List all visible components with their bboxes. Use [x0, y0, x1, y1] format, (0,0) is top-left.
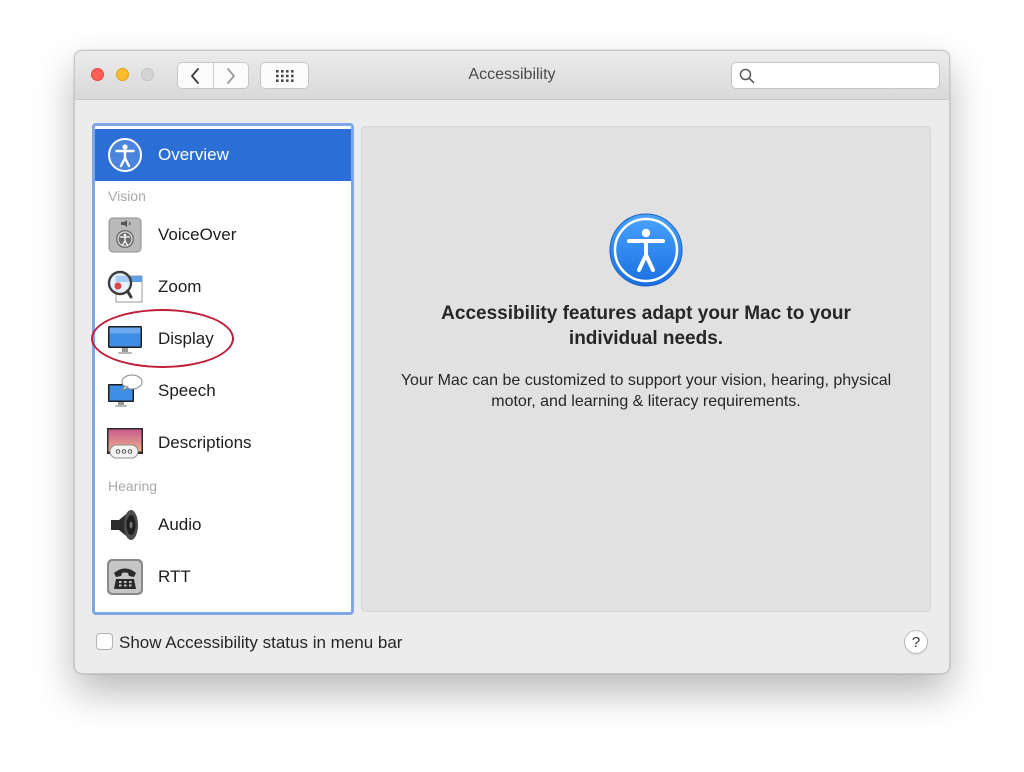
sidebar-item-overview[interactable]: Overview: [95, 129, 351, 181]
accessibility-icon: [609, 213, 683, 287]
overview-headline: Accessibility features adapt your Mac to…: [441, 303, 851, 349]
telephone-icon: [107, 559, 143, 595]
sidebar-item-descriptions[interactable]: Descriptions: [95, 417, 351, 469]
show-status-checkbox[interactable]: [96, 633, 113, 650]
show-status-label[interactable]: Show Accessibility status in menu bar: [119, 633, 402, 653]
preferences-window: Accessibility Overview Vision VoiceOver …: [74, 50, 950, 674]
sidebar-item-label: Zoom: [158, 277, 202, 296]
sidebar-item-audio[interactable]: Audio: [95, 499, 351, 551]
search-input[interactable]: [760, 66, 936, 87]
voiceover-icon: [108, 217, 142, 253]
magnifier-icon: [739, 68, 755, 84]
sidebar-item-label: Display: [158, 329, 214, 348]
help-button[interactable]: ?: [904, 630, 928, 654]
zoom-magnifier-icon: [107, 270, 143, 303]
sidebar-item-label: Audio: [158, 515, 202, 534]
sidebar-item-display[interactable]: Display: [95, 313, 351, 365]
section-header-hearing: Hearing: [108, 478, 158, 494]
sidebar-item-voiceover[interactable]: VoiceOver: [95, 209, 351, 261]
sidebar-item-label: Descriptions: [158, 433, 252, 452]
sidebar-list[interactable]: Overview Vision VoiceOver Zoom Display S…: [92, 123, 354, 615]
display-monitor-icon: [108, 326, 142, 354]
overview-description: Your Mac can be customized to support yo…: [400, 372, 892, 410]
speech-bubble-icon: [108, 374, 143, 407]
sidebar-item-label: Overview: [158, 145, 229, 164]
title-bar: Accessibility: [75, 51, 949, 100]
overview-panel: Accessibility features adapt your Mac to…: [361, 126, 931, 612]
descriptions-icon: [107, 428, 143, 459]
speaker-icon: [111, 510, 138, 540]
sidebar-item-label: VoiceOver: [158, 225, 237, 244]
sidebar-item-rtt[interactable]: RTT: [95, 551, 351, 603]
sidebar-item-zoom[interactable]: Zoom: [95, 261, 351, 313]
search-field[interactable]: [731, 62, 940, 89]
accessibility-person-icon: [108, 138, 142, 172]
sidebar-item-label: RTT: [158, 567, 191, 586]
sidebar-item-speech[interactable]: Speech: [95, 365, 351, 417]
sidebar-item-label: Speech: [158, 381, 216, 400]
section-header-vision: Vision: [108, 188, 146, 204]
